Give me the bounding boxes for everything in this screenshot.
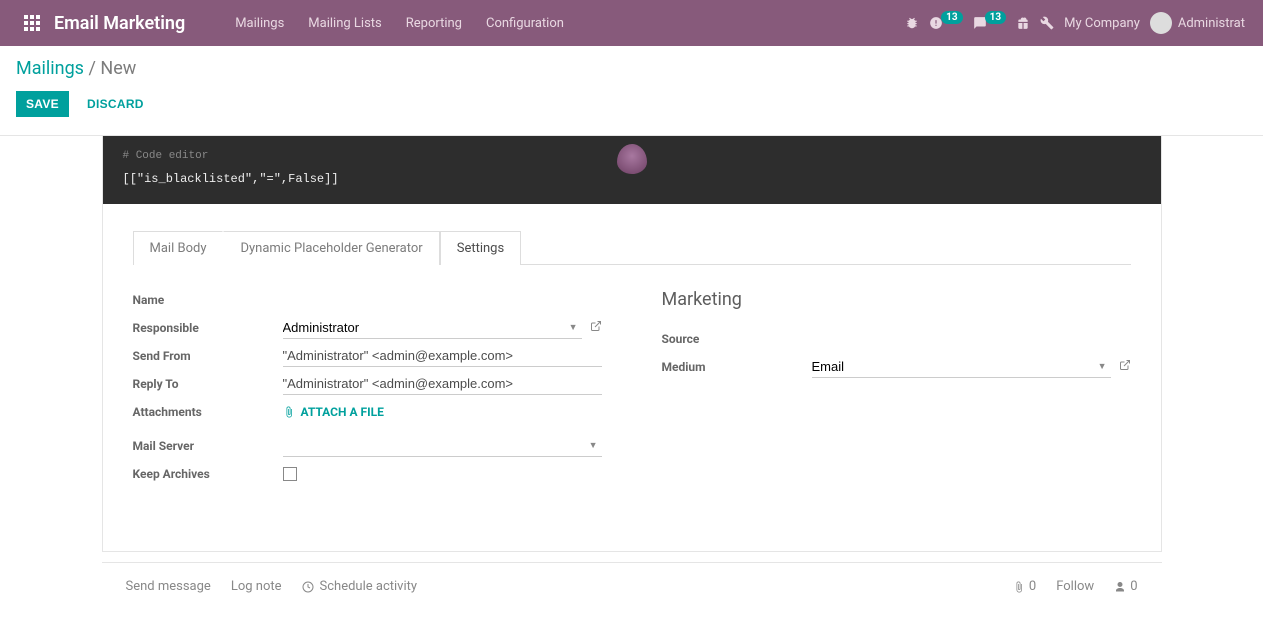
- nav-mailings[interactable]: Mailings: [225, 10, 294, 37]
- chevron-down-icon[interactable]: ▼: [1094, 361, 1111, 372]
- top-navbar: Email Marketing Mailings Mailing Lists R…: [0, 0, 1263, 46]
- username: Administrat: [1178, 16, 1245, 31]
- nav-mailing-lists[interactable]: Mailing Lists: [298, 10, 391, 37]
- marketing-section-title: Marketing: [662, 289, 1131, 310]
- app-brand[interactable]: Email Marketing: [54, 13, 185, 34]
- settings-left-col: Name Responsible ▼ Send From: [133, 289, 602, 491]
- name-label: Name: [133, 293, 283, 307]
- breadcrumb-root[interactable]: Mailings: [16, 58, 84, 79]
- attach-file-button[interactable]: ATTACH A FILE: [283, 405, 384, 419]
- send-message-button[interactable]: Send message: [126, 579, 211, 594]
- save-button[interactable]: SAVE: [16, 91, 69, 117]
- medium-input[interactable]: [812, 356, 1094, 377]
- external-link-icon[interactable]: [1119, 359, 1131, 375]
- breadcrumb-current: New: [100, 58, 136, 79]
- chevron-down-icon[interactable]: ▼: [585, 440, 602, 451]
- attachments-label: Attachments: [133, 405, 283, 419]
- send-from-input[interactable]: [283, 345, 602, 367]
- apps-menu-icon[interactable]: [10, 15, 54, 31]
- medium-label: Medium: [662, 360, 812, 374]
- keep-archives-checkbox[interactable]: [283, 467, 297, 481]
- responsible-label: Responsible: [133, 321, 283, 335]
- systray: 13 13 My Company Administrat: [905, 12, 1253, 34]
- form-sheet: # Code editor [["is_blacklisted","=",Fal…: [102, 136, 1162, 552]
- settings-icon[interactable]: [1040, 16, 1054, 30]
- code-content: [["is_blacklisted","=",False]]: [123, 172, 1141, 186]
- nav-configuration[interactable]: Configuration: [476, 10, 574, 37]
- top-nav: Mailings Mailing Lists Reporting Configu…: [225, 10, 574, 37]
- attachment-count[interactable]: 0: [1013, 579, 1036, 594]
- debug-icon[interactable]: [905, 16, 919, 30]
- schedule-activity-button[interactable]: Schedule activity: [302, 579, 418, 594]
- breadcrumb: Mailings / New: [16, 58, 1247, 79]
- responsible-input[interactable]: [283, 317, 565, 338]
- follower-count[interactable]: 0: [1114, 579, 1137, 594]
- follow-button[interactable]: Follow: [1056, 579, 1094, 594]
- settings-right-col: Marketing Source Medium ▼: [662, 289, 1131, 491]
- messages-badge: 13: [985, 11, 1006, 24]
- paperclip-icon: [1013, 581, 1025, 593]
- messages-icon[interactable]: 13: [973, 16, 1006, 30]
- domain-code-editor[interactable]: # Code editor [["is_blacklisted","=",Fal…: [103, 136, 1161, 204]
- reply-to-label: Reply To: [133, 377, 283, 391]
- chatter: Send message Log note Schedule activity …: [102, 562, 1162, 610]
- tab-mail-body[interactable]: Mail Body: [133, 231, 224, 265]
- discard-button[interactable]: DISCARD: [87, 97, 144, 111]
- nav-reporting[interactable]: Reporting: [396, 10, 472, 37]
- settings-page: Name Responsible ▼ Send From: [103, 265, 1161, 551]
- tab-settings[interactable]: Settings: [440, 231, 521, 265]
- keep-archives-label: Keep Archives: [133, 467, 283, 481]
- activities-icon[interactable]: 13: [929, 16, 962, 30]
- reply-to-input[interactable]: [283, 373, 602, 395]
- send-from-label: Send From: [133, 349, 283, 363]
- user-icon: [1114, 581, 1126, 593]
- tab-dynamic-placeholder[interactable]: Dynamic Placeholder Generator: [223, 231, 439, 265]
- log-note-button[interactable]: Log note: [231, 579, 282, 594]
- mail-server-label: Mail Server: [133, 439, 283, 453]
- paperclip-icon: [283, 406, 295, 418]
- mail-server-input[interactable]: [283, 435, 585, 456]
- gift-icon[interactable]: [1016, 16, 1030, 30]
- source-label: Source: [662, 332, 812, 346]
- attach-file-label: ATTACH A FILE: [301, 405, 384, 419]
- control-panel: Mailings / New SAVE DISCARD: [0, 46, 1263, 125]
- drop-icon: [617, 144, 647, 174]
- schedule-activity-label: Schedule activity: [320, 579, 418, 594]
- clock-icon: [302, 581, 314, 593]
- external-link-icon[interactable]: [590, 320, 602, 336]
- user-menu[interactable]: Administrat: [1150, 12, 1245, 34]
- chevron-down-icon[interactable]: ▼: [565, 322, 582, 333]
- activities-badge: 13: [941, 11, 962, 24]
- company-switcher[interactable]: My Company: [1064, 16, 1140, 31]
- notebook-tabs: Mail Body Dynamic Placeholder Generator …: [133, 230, 1131, 265]
- avatar-icon: [1150, 12, 1172, 34]
